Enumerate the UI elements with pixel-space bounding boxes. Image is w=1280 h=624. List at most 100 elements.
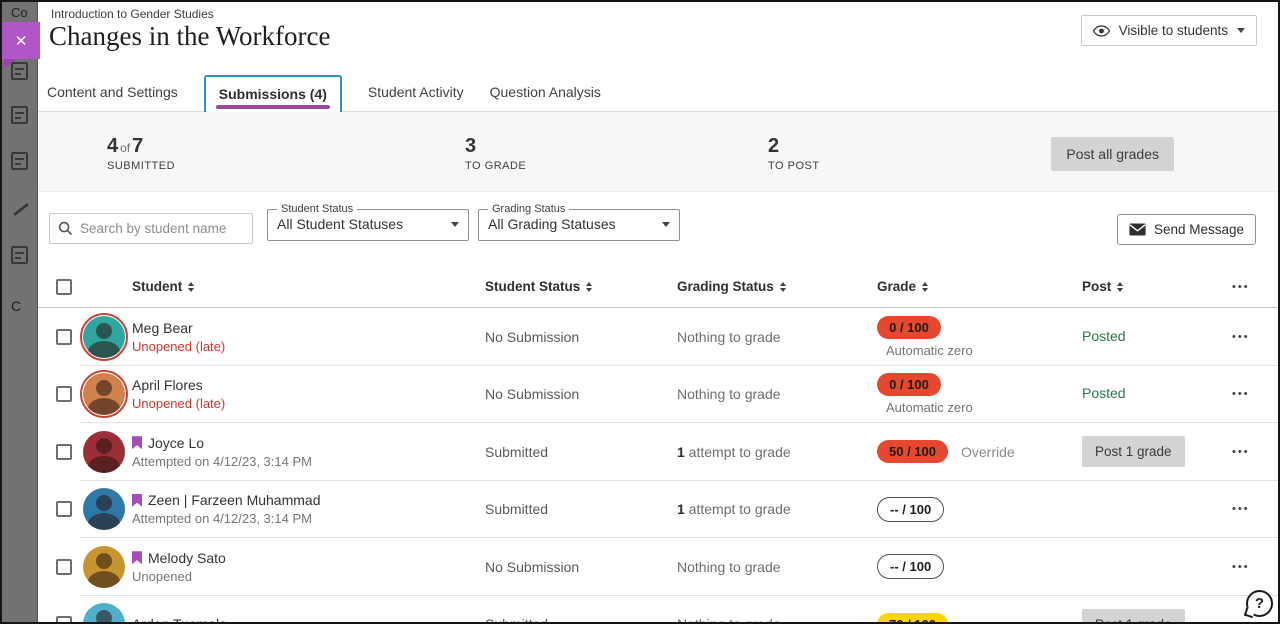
row-options-menu[interactable]: ••• <box>1232 618 1278 624</box>
to-grade-count: 3 <box>465 135 526 158</box>
column-header-post[interactable]: Post <box>1082 279 1232 294</box>
send-message-button[interactable]: Send Message <box>1117 214 1256 245</box>
student-name-cell[interactable]: Joyce Lo Attempted on 4/12/23, 3:14 PM <box>132 435 485 469</box>
grade-pill[interactable]: 0 / 100 <box>877 373 941 396</box>
bookmark-flag-icon <box>132 494 142 507</box>
pencil-icon[interactable] <box>11 200 28 218</box>
row-options-menu[interactable]: ••• <box>1232 388 1278 400</box>
table-row: Joyce Lo Attempted on 4/12/23, 3:14 PM S… <box>38 423 1278 481</box>
column-header-student-status[interactable]: Student Status <box>485 279 677 294</box>
sort-icon <box>922 282 928 292</box>
row-checkbox[interactable] <box>56 501 72 517</box>
gradebook-icon[interactable] <box>11 152 28 170</box>
column-header-grading-status[interactable]: Grading Status <box>677 279 877 294</box>
help-button[interactable]: ? <box>1246 590 1273 617</box>
filter-bar: Student Status All Student Statuses Grad… <box>38 192 1278 266</box>
student-status-cell: Submitted <box>485 501 677 517</box>
column-header-student[interactable]: Student <box>132 279 485 294</box>
row-checkbox[interactable] <box>56 329 72 345</box>
table-options-menu[interactable]: ••• <box>1232 281 1278 293</box>
submitted-count: 4 <box>107 135 118 157</box>
column-header-grade[interactable]: Grade <box>877 279 1082 294</box>
student-name: Meg Bear <box>132 320 193 336</box>
row-options-menu[interactable]: ••• <box>1232 503 1278 515</box>
row-options-menu[interactable]: ••• <box>1232 446 1278 458</box>
row-checkbox[interactable] <box>56 386 72 402</box>
post-grade-button[interactable]: Post 1 grade <box>1082 436 1185 467</box>
row-checkbox[interactable] <box>56 616 72 624</box>
to-post-label: TO POST <box>768 160 820 172</box>
visibility-dropdown-button[interactable]: Visible to students <box>1081 15 1257 46</box>
grade-pill[interactable]: -- / 100 <box>877 554 944 579</box>
post-grade-button[interactable]: Post 1 grade <box>1082 609 1185 624</box>
student-subtext: Attempted on 4/12/23, 3:14 PM <box>132 454 485 469</box>
post-cell: Post 1 grade <box>1082 436 1232 467</box>
stat-to-grade: 3 TO GRADE <box>465 135 526 172</box>
student-name-cell[interactable]: Arden Tuomala <box>132 616 485 624</box>
student-status-cell: Submitted <box>485 444 677 460</box>
messages-icon[interactable] <box>11 246 28 264</box>
sort-icon <box>1117 282 1123 292</box>
search-input[interactable] <box>49 213 253 244</box>
nav-top-label: Co <box>11 5 28 20</box>
table-header-row: Student Student Status Grading Status Gr… <box>38 266 1278 308</box>
tab-question-analysis[interactable]: Question Analysis <box>490 84 601 100</box>
page-header: Introduction to Gender Studies Changes i… <box>38 2 1278 72</box>
tab-student-activity[interactable]: Student Activity <box>368 84 464 100</box>
sort-icon <box>586 282 592 292</box>
select-all-checkbox[interactable] <box>56 279 72 295</box>
row-options-menu[interactable]: ••• <box>1232 561 1278 573</box>
table-row: April Flores Unopened (late) No Submissi… <box>38 366 1278 424</box>
chevron-down-icon <box>451 222 459 227</box>
post-all-grades-button[interactable]: Post all grades <box>1051 137 1174 171</box>
table-row: Arden Tuomala Submitted Nothing to grade… <box>38 596 1278 624</box>
grade-note: Automatic zero <box>886 343 973 358</box>
grading-status-filter-value: All Grading Statuses <box>488 216 616 232</box>
grading-status-cell: 1 attempt to grade <box>677 501 877 517</box>
close-panel-button[interactable]: ✕ <box>2 22 40 59</box>
student-subtext: Attempted on 4/12/23, 3:14 PM <box>132 511 485 526</box>
breadcrumb[interactable]: Introduction to Gender Studies <box>51 7 214 21</box>
search-icon <box>58 221 73 236</box>
grading-status-filter[interactable]: Grading Status All Grading Statuses <box>478 203 680 241</box>
stat-to-post: 2 TO POST <box>768 135 820 172</box>
table-row: Meg Bear Unopened (late) No Submission N… <box>38 308 1278 366</box>
to-post-count: 2 <box>768 135 820 158</box>
avatar-ring <box>80 543 128 591</box>
tab-content-and-settings[interactable]: Content and Settings <box>47 84 178 100</box>
post-cell: Post 1 grade <box>1082 609 1232 624</box>
grade-pill[interactable]: 0 / 100 <box>877 316 941 339</box>
row-options-menu[interactable]: ••• <box>1232 331 1278 343</box>
search-box <box>49 213 253 244</box>
grade-pill[interactable]: 70 / 100 <box>877 613 948 624</box>
grade-cell: 0 / 100 Automatic zero <box>877 316 1082 358</box>
stats-bar: 4of7 SUBMITTED 3 TO GRADE 2 TO POST Post… <box>38 112 1278 192</box>
tab-submissions[interactable]: Submissions (4) <box>204 75 342 114</box>
bookmark-flag-icon <box>132 551 142 564</box>
student-name-cell[interactable]: April Flores Unopened (late) <box>132 377 485 411</box>
submitted-total: 7 <box>132 135 143 157</box>
avatar <box>83 546 125 588</box>
student-name-cell[interactable]: Meg Bear Unopened (late) <box>132 320 485 354</box>
student-subtext: Unopened (late) <box>132 396 485 411</box>
calendar-icon[interactable] <box>11 106 28 124</box>
grade-pill[interactable]: -- / 100 <box>877 497 944 522</box>
avatar <box>83 373 125 415</box>
row-checkbox[interactable] <box>56 559 72 575</box>
table-row: Melody Sato Unopened No Submission Nothi… <box>38 538 1278 596</box>
main-panel: Introduction to Gender Studies Changes i… <box>38 2 1278 622</box>
visibility-label: Visible to students <box>1119 23 1228 38</box>
grade-pill[interactable]: 50 / 100 <box>877 440 948 463</box>
grade-cell: -- / 100 <box>877 554 1082 579</box>
grading-status-cell: Nothing to grade <box>677 329 877 345</box>
avatar <box>83 603 125 624</box>
student-name-cell[interactable]: Zeen | Farzeen Muhammad Attempted on 4/1… <box>132 492 485 526</box>
chevron-down-icon <box>1237 28 1245 33</box>
student-status-filter[interactable]: Student Status All Student Statuses <box>267 203 469 241</box>
row-checkbox[interactable] <box>56 444 72 460</box>
avatar <box>83 488 125 530</box>
stat-submitted: 4of7 SUBMITTED <box>107 135 175 172</box>
student-status-filter-value: All Student Statuses <box>277 216 403 232</box>
grading-status-cell: Nothing to grade <box>677 616 877 624</box>
student-name-cell[interactable]: Melody Sato Unopened <box>132 550 485 584</box>
